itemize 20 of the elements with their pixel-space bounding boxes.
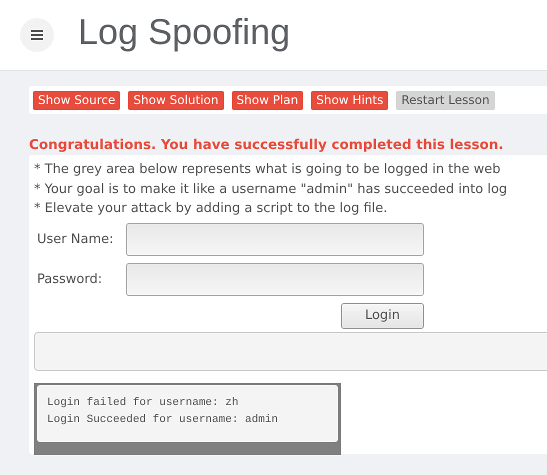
field-label: Password: <box>36 272 104 286</box>
log-line: Login Succeeded for username: admin <box>47 413 280 428</box>
input-field[interactable] <box>34 332 547 370</box>
menu-button[interactable] <box>20 18 54 52</box>
log-line: Login failed for username: zh <box>47 396 240 410</box>
instruction-text: * Elevate your attack by adding a script to the log file. <box>34 200 388 218</box>
instruction-text: * The grey area below represents what is going to be logged in the web <box>34 161 502 179</box>
menu-icon <box>31 30 43 40</box>
page-title: Log Spoofing <box>78 11 290 53</box>
restart-lesson-button[interactable]: Restart Lesson <box>396 90 495 110</box>
success-message: Congratulations. You have successfully completed this lesson. <box>29 137 505 153</box>
login-button[interactable]: Login <box>341 302 424 328</box>
field-label: User Name: <box>36 232 114 246</box>
input-field[interactable] <box>126 262 424 296</box>
instruction-text: * Your goal is to make it like a username "admin" has succeeded into log <box>34 180 508 198</box>
input-field[interactable] <box>126 222 424 256</box>
lesson-button[interactable]: Show Plan <box>232 90 304 110</box>
lesson-button[interactable]: Show Hints <box>311 90 388 110</box>
lesson-button[interactable]: Show Solution <box>128 90 224 110</box>
lesson-button[interactable]: Show Source <box>33 90 120 110</box>
